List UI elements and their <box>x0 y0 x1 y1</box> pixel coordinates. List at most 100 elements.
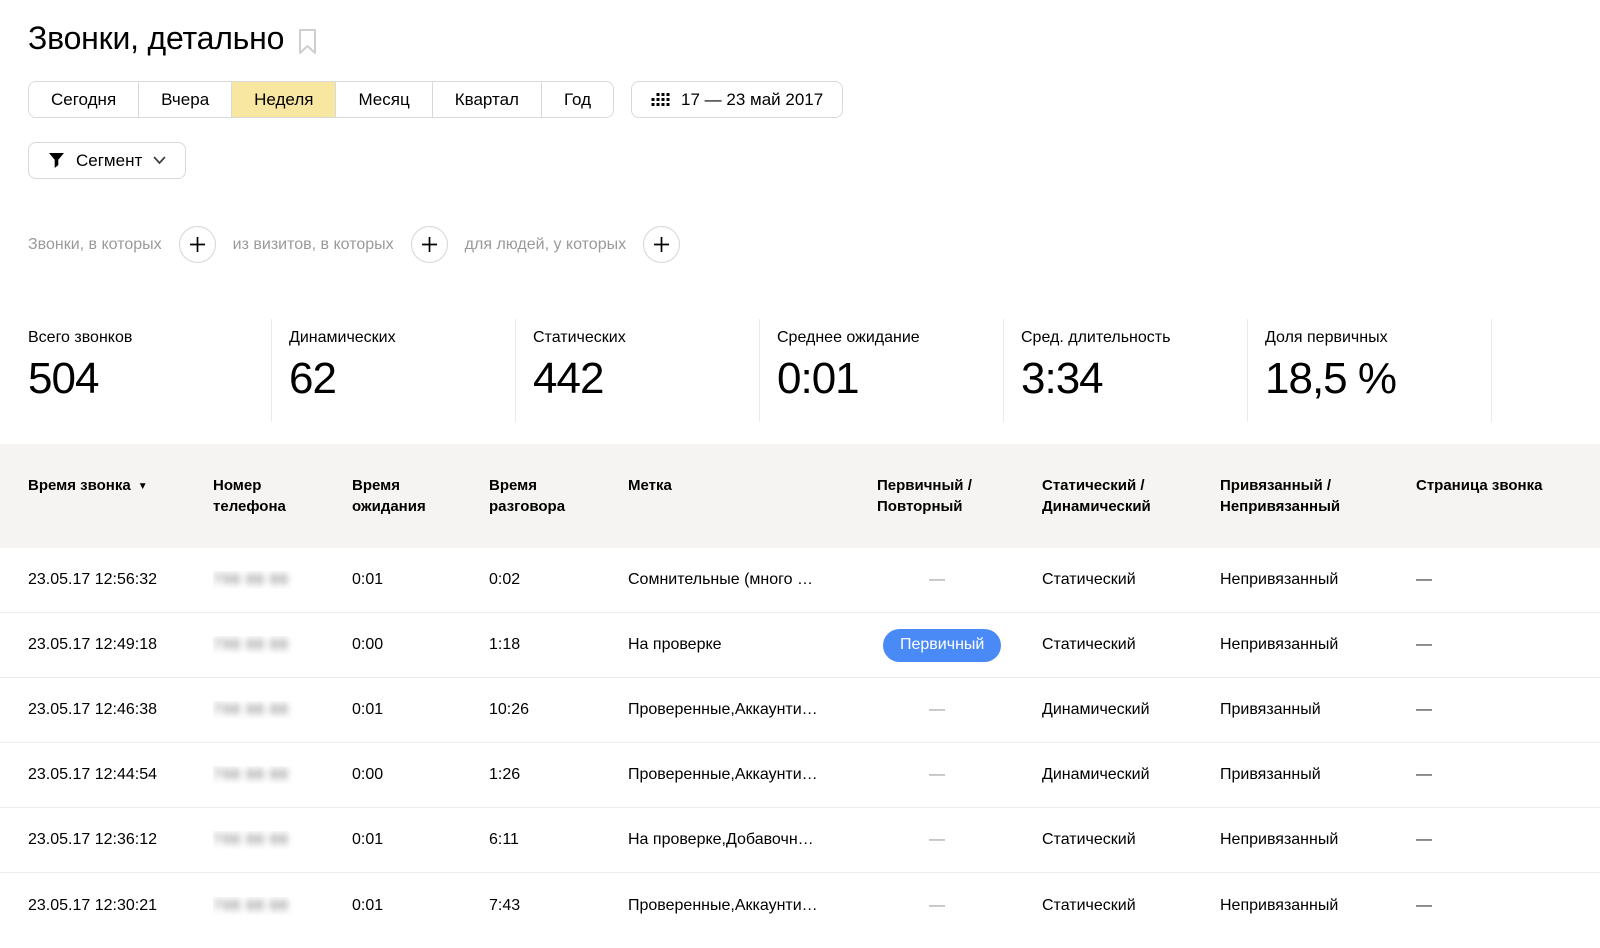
talk-time: 1:26 <box>489 766 628 784</box>
metric-label: Доля первичных <box>1265 329 1483 347</box>
table-row: 23.05.17 12:56:32 798 88 88 0:01 0:02 Со… <box>0 548 1600 613</box>
static-dynamic-value: Статический <box>1042 636 1220 654</box>
primary-repeat-value: — <box>929 897 945 914</box>
funnel-icon <box>48 152 65 169</box>
column-header-tag: Метка <box>628 444 877 548</box>
column-header-call-page: Страница звонка <box>1416 444 1568 548</box>
static-dynamic-value: Статический <box>1042 897 1220 915</box>
add-people-filter-button[interactable] <box>643 226 680 263</box>
segment-row: Сегмент <box>28 142 1568 179</box>
calendar-icon <box>651 93 670 107</box>
phone-number-blurred: 798 88 88 <box>213 701 289 718</box>
call-time: 23.05.17 12:44:54 <box>28 766 213 784</box>
talk-time: 7:43 <box>489 897 628 915</box>
call-page-value: — <box>1416 831 1568 849</box>
page-header: Звонки, детально Сегодня Вчера Неделя Ме… <box>0 0 1600 263</box>
metric-value: 442 <box>533 354 751 404</box>
add-visit-filter-button[interactable] <box>411 226 448 263</box>
call-time: 23.05.17 12:56:32 <box>28 571 213 589</box>
wait-time: 0:01 <box>352 897 489 915</box>
phone-number-blurred: 798 88 88 <box>213 897 289 914</box>
tab-year[interactable]: Год <box>541 82 613 117</box>
metric-avg-duration: Сред. длительность 3:34 <box>1004 319 1248 422</box>
date-range-button[interactable]: 17 — 23 май 2017 <box>631 81 843 118</box>
phone-number-blurred: 798 88 88 <box>213 636 289 653</box>
table-row: 23.05.17 12:44:54 798 88 88 0:00 1:26 Пр… <box>0 743 1600 808</box>
metric-value: 62 <box>289 354 507 404</box>
bound-unbound-value: Непривязанный <box>1220 831 1416 849</box>
metric-dynamic: Динамических 62 <box>272 319 516 422</box>
table-header: Время звонка▼ Номер телефона Время ожида… <box>0 444 1600 548</box>
segment-button[interactable]: Сегмент <box>28 142 186 179</box>
filter-group-people-label: для людей, у которых <box>465 236 626 254</box>
column-header-wait-time: Время ожидания <box>352 444 489 548</box>
column-header-talk-time: Время разговора <box>489 444 628 548</box>
primary-repeat-value: — <box>929 766 945 783</box>
talk-time: 10:26 <box>489 701 628 719</box>
tab-week[interactable]: Неделя <box>231 82 335 117</box>
call-tag: Проверенные,Аккаунти… <box>628 897 877 915</box>
call-time: 23.05.17 12:46:38 <box>28 701 213 719</box>
bound-unbound-value: Привязанный <box>1220 766 1416 784</box>
static-dynamic-value: Динамический <box>1042 701 1220 719</box>
period-tab-group: Сегодня Вчера Неделя Месяц Квартал Год <box>28 81 614 118</box>
primary-call-badge: Первичный <box>883 629 1001 662</box>
title-row: Звонки, детально <box>28 14 1568 62</box>
column-header-call-time[interactable]: Время звонка▼ <box>28 444 213 548</box>
filter-builder: Звонки, в которых из визитов, в которых … <box>28 226 1568 263</box>
wait-time: 0:00 <box>352 636 489 654</box>
metric-value: 504 <box>28 354 263 404</box>
metric-first-call-share: Доля первичных 18,5 % <box>1248 319 1492 422</box>
table-row: 23.05.17 12:30:21 798 88 88 0:01 7:43 Пр… <box>0 873 1600 938</box>
sort-desc-icon[interactable]: ▼ <box>138 481 148 492</box>
phone-number-blurred: 798 88 88 <box>213 831 289 848</box>
tab-yesterday[interactable]: Вчера <box>138 82 231 117</box>
metric-value: 18,5 % <box>1265 354 1483 404</box>
tab-quarter[interactable]: Квартал <box>432 82 541 117</box>
wait-time: 0:01 <box>352 701 489 719</box>
date-range-label: 17 — 23 май 2017 <box>681 90 823 110</box>
bound-unbound-value: Привязанный <box>1220 701 1416 719</box>
summary-metrics: Всего звонков 504 Динамических 62 Статич… <box>28 319 1568 422</box>
static-dynamic-value: Статический <box>1042 831 1220 849</box>
metric-label: Статических <box>533 329 751 347</box>
call-time: 23.05.17 12:49:18 <box>28 636 213 654</box>
call-tag: Сомнительные (много … <box>628 571 877 589</box>
metric-total-calls: Всего звонков 504 <box>28 319 272 422</box>
wait-time: 0:01 <box>352 831 489 849</box>
column-header-bound-unbound: Привязанный / Непривязанный <box>1220 444 1416 548</box>
static-dynamic-value: Динамический <box>1042 766 1220 784</box>
bookmark-icon[interactable] <box>298 28 317 55</box>
metric-static: Статических 442 <box>516 319 760 422</box>
add-call-filter-button[interactable] <box>179 226 216 263</box>
wait-time: 0:01 <box>352 571 489 589</box>
column-header-static-dynamic: Статический / Динамический <box>1042 444 1220 548</box>
call-page-value: — <box>1416 636 1568 654</box>
call-time: 23.05.17 12:30:21 <box>28 897 213 915</box>
column-header-phone: Номер телефона <box>213 444 352 548</box>
table-row: 23.05.17 12:36:12 798 88 88 0:01 6:11 На… <box>0 808 1600 873</box>
primary-repeat-value: — <box>929 701 945 718</box>
call-page-value: — <box>1416 766 1568 784</box>
metric-value: 0:01 <box>777 354 995 404</box>
call-time: 23.05.17 12:36:12 <box>28 831 213 849</box>
call-page-value: — <box>1416 571 1568 589</box>
call-tag: На проверке <box>628 636 877 654</box>
metric-label: Сред. длительность <box>1021 329 1239 347</box>
chevron-down-icon <box>153 156 166 165</box>
call-tag: Проверенные,Аккаунти… <box>628 701 877 719</box>
tab-month[interactable]: Месяц <box>335 82 431 117</box>
phone-number-blurred: 798 88 88 <box>213 571 289 588</box>
filter-group-calls-label: Звонки, в которых <box>28 236 162 254</box>
table-row: 23.05.17 12:46:38 798 88 88 0:01 10:26 П… <box>0 678 1600 743</box>
metric-label: Среднее ожидание <box>777 329 995 347</box>
bound-unbound-value: Непривязанный <box>1220 571 1416 589</box>
calls-table: Время звонка▼ Номер телефона Время ожида… <box>0 444 1600 938</box>
bound-unbound-value: Непривязанный <box>1220 897 1416 915</box>
metric-avg-wait: Среднее ожидание 0:01 <box>760 319 1004 422</box>
phone-number-blurred: 798 88 88 <box>213 766 289 783</box>
tab-today[interactable]: Сегодня <box>29 82 138 117</box>
call-tag: Проверенные,Аккаунти… <box>628 766 877 784</box>
period-controls: Сегодня Вчера Неделя Месяц Квартал Год 1… <box>28 81 1568 118</box>
metric-label: Всего звонков <box>28 329 263 347</box>
